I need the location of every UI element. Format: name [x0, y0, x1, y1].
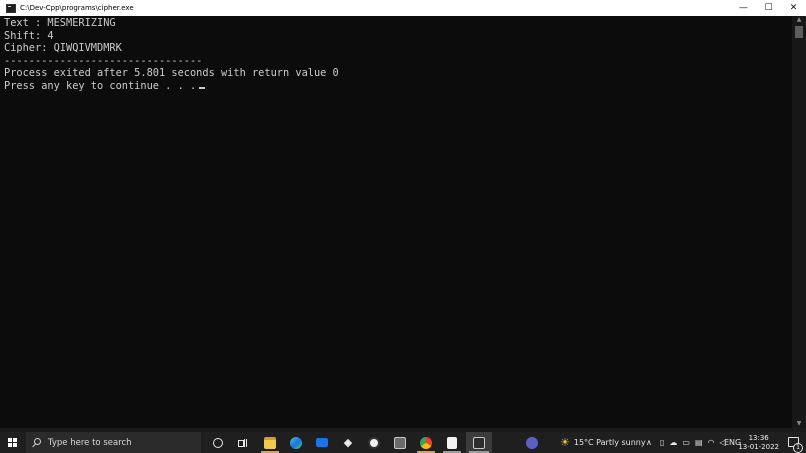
battery-icon: ▭	[682, 438, 695, 447]
chrome-button[interactable]	[414, 432, 438, 453]
notification-count-badge: 1	[793, 443, 803, 453]
window-title: C:\Dev-Cpp\programs\cipher.exe	[20, 4, 134, 12]
weather-sun-icon: ☀	[560, 436, 570, 449]
file-explorer-button[interactable]	[258, 432, 282, 453]
window-controls: — ☐ ✕	[731, 0, 806, 16]
teams-icon	[526, 436, 538, 449]
system-tray-icons[interactable]: ▯ ☁ ▭ ▤ ◠ ◁	[660, 432, 731, 453]
clock-time: 13:36	[748, 434, 769, 442]
console-line: Press any key to continue . . .	[4, 79, 197, 92]
dropbox-button[interactable]: ◆	[336, 432, 360, 453]
chevron-up-icon: ∧	[646, 438, 652, 447]
file-explorer-icon	[264, 436, 276, 449]
clock-date: 13-01-2022	[738, 443, 779, 451]
search-icon	[32, 438, 41, 447]
mail-icon	[316, 438, 328, 447]
display-icon: ▯	[660, 438, 670, 447]
dropbox-icon: ◆	[343, 435, 353, 449]
obs-button[interactable]	[362, 432, 386, 453]
weather-text: 15°C Partly sunny	[573, 438, 646, 447]
chrome-icon	[420, 436, 432, 449]
network-icon: ▤	[694, 438, 708, 447]
console-line: Text : MESMERIZING	[4, 17, 116, 29]
notepad-icon	[447, 436, 457, 449]
scroll-thumb[interactable]	[795, 26, 803, 38]
dev-cpp-button[interactable]	[388, 432, 412, 453]
weather-widget[interactable]: ☀ 15°C Partly sunny	[560, 432, 646, 453]
start-button[interactable]	[0, 432, 25, 453]
show-hidden-icons[interactable]: ∧	[646, 432, 652, 453]
console-line: Cipher: QIWQIVMDMRK	[4, 42, 122, 55]
notepad-button[interactable]	[440, 432, 464, 453]
console-line: Process exited after 5.801 seconds with …	[4, 67, 339, 80]
vertical-scrollbar[interactable]: ▲ ▼	[792, 16, 806, 428]
edge-icon	[290, 436, 302, 449]
taskbar-search-box[interactable]: Type here to search	[26, 432, 201, 453]
console-line: --------------------------------	[4, 54, 203, 67]
teams-button[interactable]	[520, 432, 544, 453]
maximize-button[interactable]: ☐	[756, 0, 781, 16]
wifi-icon: ◠	[707, 438, 720, 447]
clock[interactable]: 13:36 13-01-2022	[738, 434, 779, 452]
console-output-area[interactable]: Text : MESMERIZING Shift: 4 Cipher: QIWQ…	[0, 16, 792, 428]
minimize-button[interactable]: —	[731, 0, 756, 16]
cortana-icon	[213, 437, 223, 448]
scroll-down-arrow-icon[interactable]: ▼	[792, 420, 806, 428]
taskbar: Type here to search ◆ ☀ 15°C Partly sunn…	[0, 432, 806, 453]
text-cursor	[199, 86, 206, 89]
console-text: Text : MESMERIZING Shift: 4 Cipher: QIWQ…	[4, 17, 339, 93]
close-button[interactable]: ✕	[781, 0, 806, 16]
search-placeholder: Type here to search	[48, 437, 132, 448]
console-window-button[interactable]	[466, 432, 492, 453]
console-window-icon	[473, 436, 485, 449]
obs-icon	[368, 436, 380, 449]
window-title-bar[interactable]: C:\Dev-Cpp\programs\cipher.exe — ☐ ✕	[0, 0, 806, 16]
windows-logo-icon	[8, 438, 17, 447]
cloud-icon: ☁	[669, 438, 683, 447]
task-view-button[interactable]	[232, 432, 254, 453]
cortana-button[interactable]	[207, 432, 229, 453]
scroll-up-arrow-icon[interactable]: ▲	[792, 16, 806, 24]
console-app-icon	[6, 3, 16, 13]
dev-cpp-icon	[394, 436, 406, 449]
mail-button[interactable]	[310, 432, 334, 453]
edge-button[interactable]	[284, 432, 308, 453]
task-view-icon	[238, 438, 248, 447]
console-line: Shift: 4	[4, 29, 54, 42]
